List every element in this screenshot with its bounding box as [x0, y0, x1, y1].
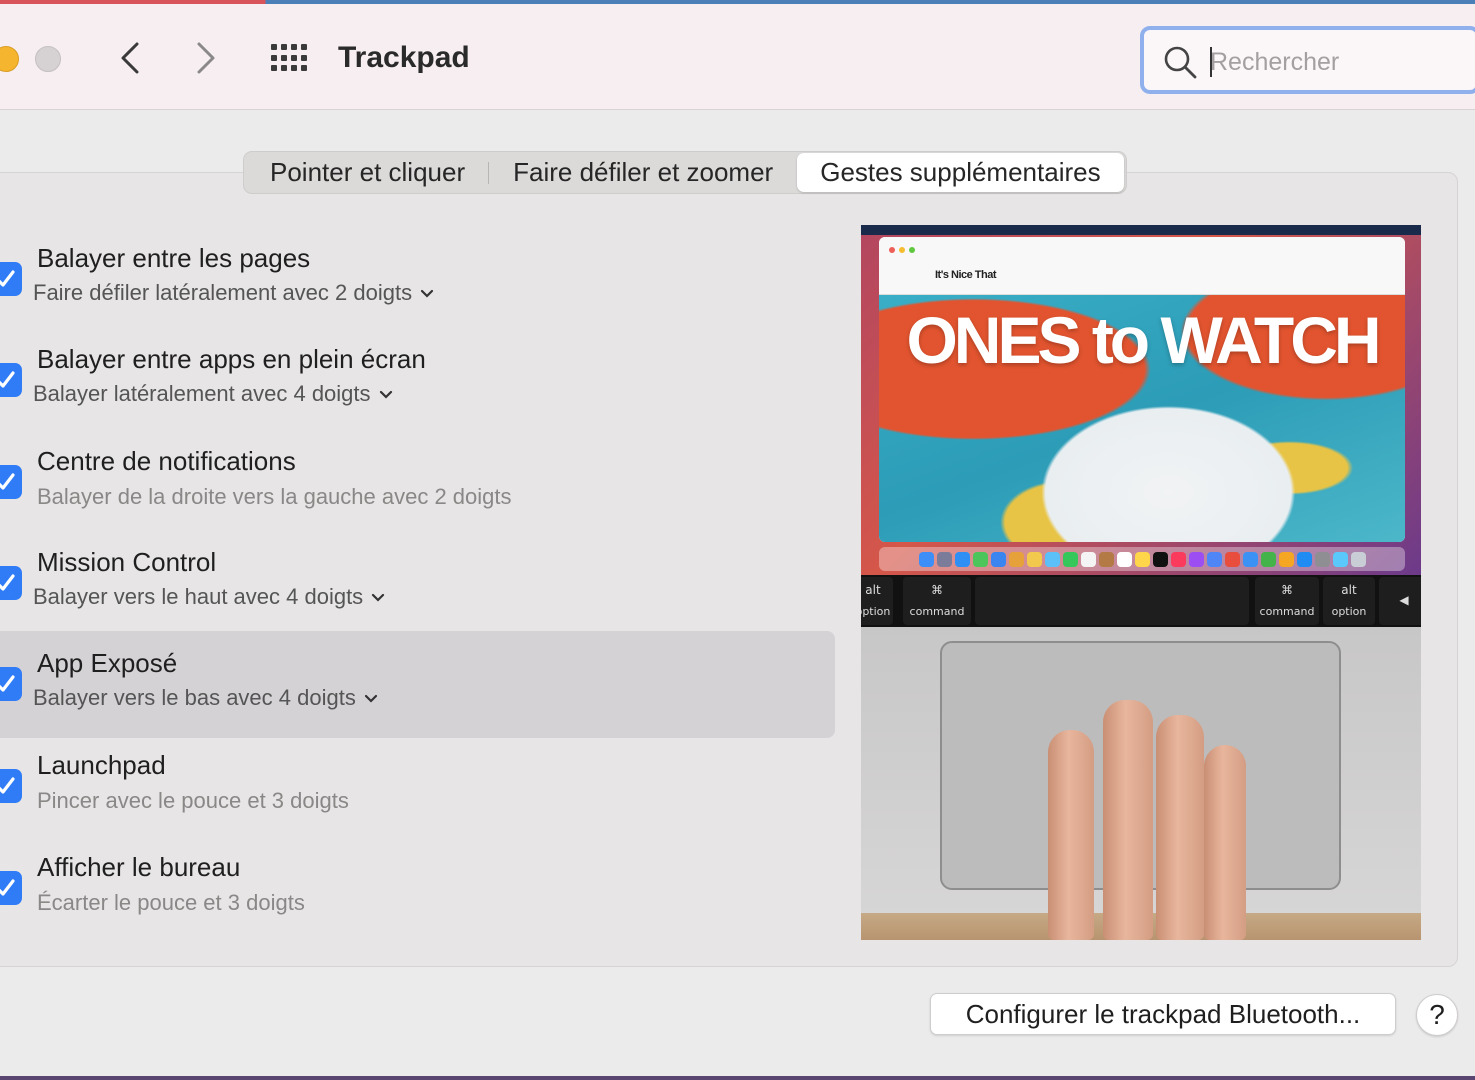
gesture-row-swipe-pages: Balayer entre les pages Faire défiler la…: [0, 226, 835, 330]
preview-finger: [1204, 745, 1246, 940]
title-bar: Trackpad: [0, 4, 1475, 110]
gesture-option-label: Balayer latéralement avec 4 doigts: [33, 381, 371, 406]
gesture-title: Mission Control: [37, 547, 217, 577]
show-all-grid-icon[interactable]: [268, 40, 310, 76]
chevron-down-icon: [372, 594, 385, 602]
gesture-option-label: Faire défiler latéralement avec 2 doigts: [33, 280, 413, 305]
checkmark-icon: [0, 675, 15, 692]
window-bottom-accent: [0, 1076, 1475, 1080]
chevron-down-icon: [379, 391, 392, 399]
gesture-option-dropdown[interactable]: Balayer latéralement avec 4 doigts: [33, 381, 393, 407]
gesture-option-dropdown[interactable]: Balayer vers le haut avec 4 doigts: [33, 584, 385, 610]
forward-button[interactable]: [186, 38, 226, 78]
preview-browser-window: It's Nice That ONES to WATCH: [879, 237, 1405, 542]
chevron-right-icon: [197, 42, 215, 74]
back-button[interactable]: [110, 38, 150, 78]
window-title: Trackpad: [338, 41, 470, 74]
gesture-checkbox[interactable]: [0, 363, 22, 397]
gesture-description: Balayer de la droite vers la gauche avec…: [37, 484, 512, 509]
gesture-description: Écarter le pouce et 3 doigts: [37, 890, 305, 915]
gesture-title: Afficher le bureau: [37, 852, 241, 882]
gesture-row-mission-control: Mission Control Balayer vers le haut ave…: [0, 530, 835, 634]
search-field[interactable]: [1140, 26, 1475, 94]
checkmark-icon: [0, 371, 15, 388]
gesture-row-launchpad: Launchpad Pincer avec le pouce et 3 doig…: [0, 733, 835, 837]
gesture-checkbox[interactable]: [0, 262, 22, 296]
gesture-option-label: Balayer vers le haut avec 4 doigts: [33, 584, 364, 609]
search-icon: [1164, 46, 1197, 79]
gesture-row-swipe-fullscreen-apps: Balayer entre apps en plein écran Balaye…: [0, 327, 835, 431]
preview-finger: [1103, 700, 1153, 940]
gesture-title: Balayer entre apps en plein écran: [37, 344, 426, 374]
preview-key-option-left: altoption: [861, 577, 893, 625]
gesture-checkbox[interactable]: [0, 667, 22, 701]
preview-hero-text: ONES to WATCH: [906, 303, 1381, 377]
gesture-option-dropdown[interactable]: Faire défiler latéralement avec 2 doigts: [33, 280, 434, 306]
tab-bar: Pointer et cliquer Faire défiler et zoom…: [243, 151, 1127, 194]
gesture-description: Pincer avec le pouce et 3 doigts: [37, 788, 349, 813]
preview-browser-toolbar: It's Nice That: [879, 237, 1405, 295]
preview-finger: [1156, 715, 1204, 940]
preview-keyboard: altoption ⌘command ⌘command altoption ◀: [861, 575, 1421, 627]
help-button[interactable]: ?: [1416, 994, 1458, 1036]
tab-more-gestures[interactable]: Gestes supplémentaires: [797, 153, 1124, 192]
checkmark-icon: [0, 473, 15, 490]
gesture-title: Centre de notifications: [37, 446, 296, 476]
chevron-left-icon: [121, 42, 139, 74]
preview-key-option-right: alt option: [1323, 577, 1375, 625]
preview-key-arrow-left: ◀: [1379, 577, 1421, 625]
minimize-button[interactable]: [0, 46, 19, 72]
gesture-checkbox[interactable]: [0, 566, 22, 600]
tab-pointer-click[interactable]: Pointer et cliquer: [246, 153, 490, 192]
checkmark-icon: [0, 574, 15, 591]
gesture-row-notification-center: Centre de notifications Balayer de la dr…: [0, 429, 835, 533]
gesture-checkbox[interactable]: [0, 871, 22, 905]
preview-finger: [1048, 730, 1094, 940]
configure-bluetooth-trackpad-button[interactable]: Configurer le trackpad Bluetooth...: [930, 993, 1396, 1035]
checkmark-icon: [0, 270, 15, 287]
checkmark-icon: [0, 879, 15, 896]
chevron-down-icon: [364, 695, 377, 703]
checkmark-icon: [0, 777, 15, 794]
chevron-down-icon: [420, 290, 434, 298]
gesture-row-show-desktop: Afficher le bureau Écarter le pouce et 3…: [0, 835, 835, 939]
preview-menu-bar: [861, 225, 1421, 235]
preview-key-command-left: ⌘ command: [903, 577, 971, 625]
gesture-option-dropdown[interactable]: Balayer vers le bas avec 4 doigts: [33, 685, 378, 711]
gesture-option-label: Balayer vers le bas avec 4 doigts: [33, 685, 356, 710]
zoom-button[interactable]: [35, 46, 61, 72]
preview-dock: [879, 547, 1405, 571]
gesture-checkbox[interactable]: [0, 769, 22, 803]
preview-key-space: [975, 577, 1249, 625]
gesture-checkbox[interactable]: [0, 465, 22, 499]
gesture-title: App Exposé: [37, 648, 178, 678]
search-input[interactable]: [1210, 40, 1460, 84]
gesture-preview-video: It's Nice That ONES to WATCH altoption ⌘…: [861, 225, 1421, 940]
preview-key-command-right: ⌘ command: [1255, 577, 1319, 625]
gesture-title: Launchpad: [37, 750, 166, 780]
tab-scroll-zoom[interactable]: Faire défiler et zoomer: [489, 153, 797, 192]
preview-site-name: It's Nice That: [935, 269, 997, 281]
gesture-row-app-expose[interactable]: App Exposé Balayer vers le bas avec 4 do…: [0, 631, 835, 738]
gesture-title: Balayer entre les pages: [37, 243, 311, 273]
